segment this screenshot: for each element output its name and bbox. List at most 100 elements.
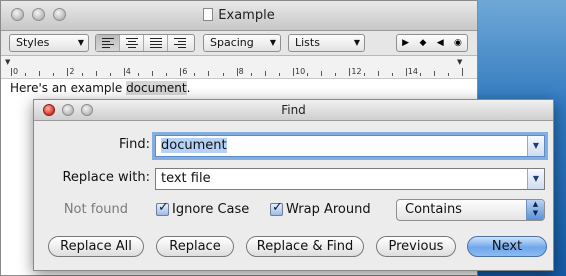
ruler[interactable]: ▼ ▼ 0 2 4 6 8 10 12 14 (1, 56, 477, 79)
window-title: Example (1, 8, 477, 23)
tab-stop-controls[interactable]: ▶ ◆ ◀ ◉ (396, 34, 468, 52)
checkmark-icon: ✓ (158, 200, 169, 215)
ruler-tick (377, 71, 379, 76)
ruler-tick (67, 68, 69, 76)
found-text-highlight: document (126, 81, 187, 95)
ruler-tick (391, 73, 393, 76)
popup-arrow-icon: ▼ (353, 38, 360, 47)
align-left-icon (101, 36, 114, 50)
find-history-dropdown-icon[interactable]: ▼ (527, 136, 544, 156)
match-mode-popup[interactable]: Contains ▲ ▼ (396, 199, 545, 221)
ruler-tick (222, 73, 224, 76)
status-text: Not found (63, 202, 128, 217)
ruler-tick (11, 68, 12, 76)
replace-field-value: text file (161, 171, 211, 186)
up-down-arrows-icon: ▲ ▼ (526, 200, 544, 220)
wrap-around-checkbox[interactable]: ✓ Wrap Around (270, 200, 371, 217)
match-mode-value: Contains (405, 202, 462, 217)
find-titlebar: Find (34, 100, 553, 121)
styles-popup[interactable]: Styles ▼ (9, 34, 89, 52)
ignore-case-checkbox[interactable]: ✓ Ignore Case (156, 200, 250, 217)
ruler-number: 6 (182, 67, 188, 76)
align-right-button[interactable] (168, 35, 192, 51)
replace-and-find-button[interactable]: Replace & Find (246, 236, 364, 257)
lists-popup[interactable]: Lists ▼ (288, 34, 365, 52)
body-text-end: . (186, 81, 191, 95)
find-field[interactable]: document ▼ (155, 135, 545, 157)
ruler-tick (166, 73, 168, 76)
ruler-number: 0 (13, 67, 19, 76)
ruler-tick (264, 71, 266, 76)
spacing-label: Spacing (210, 36, 254, 49)
ruler-tick (405, 68, 407, 76)
document-body[interactable]: Here's an example document. (10, 81, 190, 95)
ruler-tick (278, 73, 280, 76)
wrap-around-label: Wrap Around (286, 202, 371, 217)
ruler-number: 12 (351, 67, 362, 76)
editor-titlebar: Example (1, 1, 477, 31)
find-field-value: document (161, 138, 227, 153)
align-center-icon (125, 36, 138, 50)
spacing-popup[interactable]: Spacing ▼ (203, 34, 281, 52)
decimal-tab-icon: ◉ (453, 38, 462, 48)
right-tab-icon: ▶ (402, 38, 410, 48)
indent-marker-icon[interactable]: ▼ (5, 58, 10, 66)
replace-field[interactable]: text file ▼ (155, 168, 545, 190)
find-label: Find: (118, 137, 150, 152)
ruler-tick (53, 73, 55, 76)
ruler-tick (363, 73, 365, 76)
align-justify-button[interactable] (144, 35, 168, 51)
find-panel-title: Find (281, 103, 306, 117)
ruler-tick (321, 71, 323, 76)
ruler-tick (137, 73, 139, 76)
replace-button[interactable]: Replace (156, 236, 234, 257)
ruler-tick (307, 73, 309, 76)
lists-label: Lists (295, 36, 320, 49)
align-left-button[interactable] (96, 35, 120, 51)
ruler-tick (349, 68, 351, 76)
ruler-tick (419, 73, 421, 76)
previous-button[interactable]: Previous (376, 236, 456, 257)
right-margin-marker-icon[interactable]: ▼ (457, 58, 462, 66)
ruler-tick (25, 73, 27, 76)
ruler-number: 14 (407, 67, 418, 76)
ruler-tick (152, 71, 153, 76)
alignment-segmented-control (95, 34, 195, 52)
ruler-tick (123, 68, 125, 76)
ruler-tick (194, 73, 196, 76)
ruler-tick (448, 73, 450, 76)
replace-history-dropdown-icon[interactable]: ▼ (527, 169, 544, 189)
ruler-tick (39, 71, 41, 76)
ruler-number: 2 (69, 67, 75, 76)
ruler-tick (109, 73, 111, 76)
ruler-tick (208, 71, 210, 76)
replace-label: Replace with: (62, 170, 150, 185)
ruler-number: 4 (125, 67, 131, 76)
ruler-tick (462, 68, 464, 76)
ruler-tick (335, 73, 337, 76)
ruler-tick (434, 71, 435, 76)
body-text: Here's an example (10, 81, 127, 95)
left-tab-icon: ◀ (436, 38, 444, 48)
popup-arrow-icon: ▼ (269, 38, 276, 47)
ruler-tick (95, 71, 97, 76)
replace-all-button[interactable]: Replace All (48, 236, 144, 257)
find-panel: Find Find: document ▼ Replace with: text… (33, 99, 554, 271)
ignore-case-label: Ignore Case (172, 202, 250, 217)
ruler-tick (180, 68, 182, 76)
checkmark-icon: ✓ (272, 200, 283, 215)
align-justify-icon (149, 36, 162, 50)
checkbox-box: ✓ (270, 200, 283, 216)
ruler-tick (236, 68, 238, 76)
styles-label: Styles (16, 36, 50, 49)
align-right-icon (174, 36, 186, 50)
ruler-number: 8 (238, 67, 244, 76)
ruler-number: 10 (295, 67, 306, 76)
ruler-tick (250, 73, 252, 76)
ruler-tick (81, 73, 83, 76)
ruler-tick (293, 68, 294, 76)
center-tab-icon: ◆ (419, 38, 427, 48)
align-center-button[interactable] (120, 35, 144, 51)
next-button[interactable]: Next (467, 236, 547, 257)
format-toolbar: Styles ▼ Spacing ▼ Lists ▼ ▶ ◆ ◀ ◉ (1, 31, 477, 56)
